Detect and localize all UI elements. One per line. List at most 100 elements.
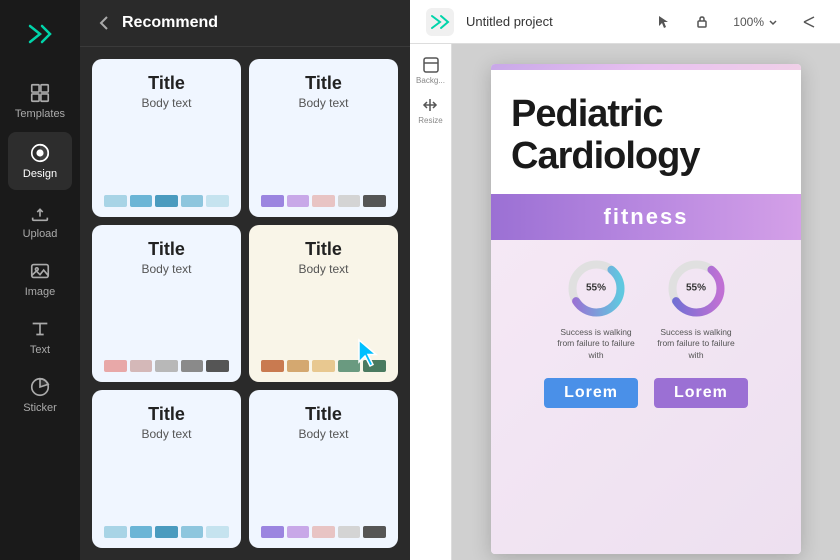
design-middle: 55% Success is walking from failure to f…	[491, 240, 801, 554]
zoom-control[interactable]: 100%	[725, 11, 786, 33]
sidebar-item-design[interactable]: Design	[8, 132, 72, 190]
color-swatches	[104, 360, 229, 372]
color-swatches	[104, 195, 229, 207]
back-icon[interactable]	[96, 14, 114, 32]
card-body: Body text	[298, 96, 348, 110]
canvas-content: Backg... Resize Pediatric Card	[410, 44, 840, 560]
template-card-5[interactable]: Title Body text	[92, 390, 241, 548]
swatch	[287, 526, 310, 538]
card-body: Body text	[141, 96, 191, 110]
canvas-sidebar: Backg... Resize	[410, 44, 452, 560]
sidebar-item-label: Text	[30, 344, 50, 356]
card-title: Title	[305, 73, 342, 94]
swatch	[181, 195, 204, 207]
swatch	[155, 526, 178, 538]
card-title: Title	[305, 404, 342, 425]
template-card-3[interactable]: Title Body text	[92, 225, 241, 383]
swatch	[338, 195, 361, 207]
swatch	[181, 526, 204, 538]
card-title: Title	[148, 404, 185, 425]
template-card-6[interactable]: Title Body text	[249, 390, 398, 548]
main-title: Pediatric Cardiology	[511, 94, 781, 178]
chart1-label: 55%	[586, 283, 606, 294]
template-card-2[interactable]: Title Body text	[249, 59, 398, 217]
card-body: Body text	[298, 427, 348, 441]
more-btn[interactable]	[794, 11, 824, 33]
swatch	[206, 526, 229, 538]
resize-label: Resize	[418, 116, 442, 125]
swatch	[261, 195, 284, 207]
swatch	[130, 526, 153, 538]
swatch	[287, 195, 310, 207]
app-logo	[22, 16, 58, 52]
chart2-desc: Success is walking from failure to failu…	[656, 327, 736, 363]
zoom-label: 100%	[733, 15, 764, 29]
swatch	[261, 360, 284, 372]
swatch	[338, 526, 361, 538]
sidebar-item-label: Templates	[15, 108, 65, 120]
chart-item-1: 55% Success is walking from failure to f…	[556, 256, 636, 363]
sidebar-item-templates[interactable]: Templates	[0, 72, 80, 130]
title-section: Pediatric Cardiology	[491, 70, 801, 194]
swatch	[312, 195, 335, 207]
sidebar-item-label: Design	[23, 168, 57, 180]
lorem-btn-1[interactable]: Lorem	[544, 378, 638, 408]
swatch	[181, 360, 204, 372]
sidebar-item-label: Upload	[23, 228, 58, 240]
lorem-row: Lorem Lorem	[511, 378, 781, 408]
swatch	[155, 360, 178, 372]
swatch	[130, 360, 153, 372]
swatch	[312, 360, 335, 372]
resize-tool[interactable]: Resize	[415, 94, 447, 126]
project-name: Untitled project	[466, 14, 637, 29]
sidebar-item-upload[interactable]: Upload	[0, 192, 80, 250]
card-body: Body text	[141, 427, 191, 441]
swatch	[312, 526, 335, 538]
chart2-label: 55%	[686, 283, 706, 294]
sidebar-item-text[interactable]: Text	[0, 308, 80, 366]
swatch	[155, 195, 178, 207]
sidebar-item-label: Image	[25, 286, 56, 298]
swatch	[104, 195, 127, 207]
swatch	[104, 360, 127, 372]
color-swatches	[261, 195, 386, 207]
header-actions: 100%	[649, 11, 824, 33]
template-card-4[interactable]: Title Body text	[249, 225, 398, 383]
donut-chart-2: 55%	[664, 256, 729, 321]
card-body: Body text	[298, 262, 348, 276]
sidebar-item-image[interactable]: Image	[0, 250, 80, 308]
sidebar-item-label: Sticker	[23, 402, 57, 414]
charts-row: 55% Success is walking from failure to f…	[511, 256, 781, 363]
lorem-btn-2[interactable]: Lorem	[654, 378, 748, 408]
panel-title: Recommend	[122, 14, 218, 32]
swatch	[363, 195, 386, 207]
lock-btn[interactable]	[687, 11, 717, 33]
background-label: Backg...	[416, 76, 445, 85]
donut-chart-1: 55%	[564, 256, 629, 321]
swatch	[363, 526, 386, 538]
template-card-1[interactable]: Title Body text	[92, 59, 241, 217]
chart1-desc: Success is walking from failure to failu…	[556, 327, 636, 363]
cursor-icon	[354, 338, 384, 368]
subtitle-band: fitness	[491, 194, 801, 240]
card-body: Body text	[141, 262, 191, 276]
card-title: Title	[148, 73, 185, 94]
color-swatches	[104, 526, 229, 538]
canvas-logo	[426, 8, 454, 36]
sidebar-item-sticker[interactable]: Sticker	[0, 366, 80, 424]
background-tool[interactable]: Backg...	[415, 54, 447, 86]
cursor-tool-btn[interactable]	[649, 11, 679, 33]
swatch	[261, 526, 284, 538]
card-title: Title	[148, 239, 185, 260]
panel-header: Recommend	[80, 0, 410, 47]
subtitle: fitness	[511, 204, 781, 230]
left-sidebar: Templates Design Upload Image Text	[0, 0, 80, 560]
canvas-header: Untitled project 100%	[410, 0, 840, 44]
tool-panel: Recommend Title Body text Title Body tex…	[80, 0, 410, 560]
swatch	[130, 195, 153, 207]
chart-item-2: 55% Success is walking from failure to f…	[656, 256, 736, 363]
design-card: Pediatric Cardiology fitness	[491, 64, 801, 554]
canvas-main: Pediatric Cardiology fitness	[452, 44, 840, 560]
swatch	[206, 195, 229, 207]
swatch	[206, 360, 229, 372]
